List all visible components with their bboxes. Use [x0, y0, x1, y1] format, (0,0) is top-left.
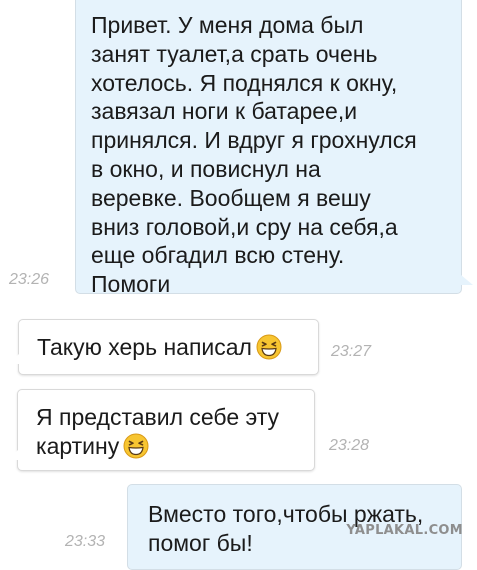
message-timestamp: 23:28: [329, 437, 370, 454]
message-timestamp: 23:33: [65, 533, 106, 550]
message-text: Привет. У меня дома был занят туалет,а с…: [91, 12, 417, 298]
bubble-tail: [461, 275, 473, 285]
message-text: Такую херь написал: [37, 334, 252, 360]
grinning-face-icon: [123, 433, 149, 459]
bubble-tail: [8, 354, 19, 364]
message-bubble-incoming[interactable]: Я представил себе эту картину: [7, 389, 315, 471]
grinning-face-icon: [256, 334, 282, 360]
watermark-logo: YAPLAKAL.COM: [346, 523, 463, 538]
message-bubble-outgoing[interactable]: Привет. У меня дома был занят туалет,а с…: [75, 0, 473, 297]
chat-conversation: Привет. У меня дома был занят туалет,а с…: [0, 0, 477, 570]
bubble-tail: [7, 450, 18, 460]
message-bubble-incoming[interactable]: Такую херь написал: [8, 319, 319, 375]
message-text: Я представил себе эту картину: [36, 404, 280, 459]
message-timestamp: 23:26: [9, 271, 50, 288]
message-timestamp: 23:27: [331, 343, 372, 360]
